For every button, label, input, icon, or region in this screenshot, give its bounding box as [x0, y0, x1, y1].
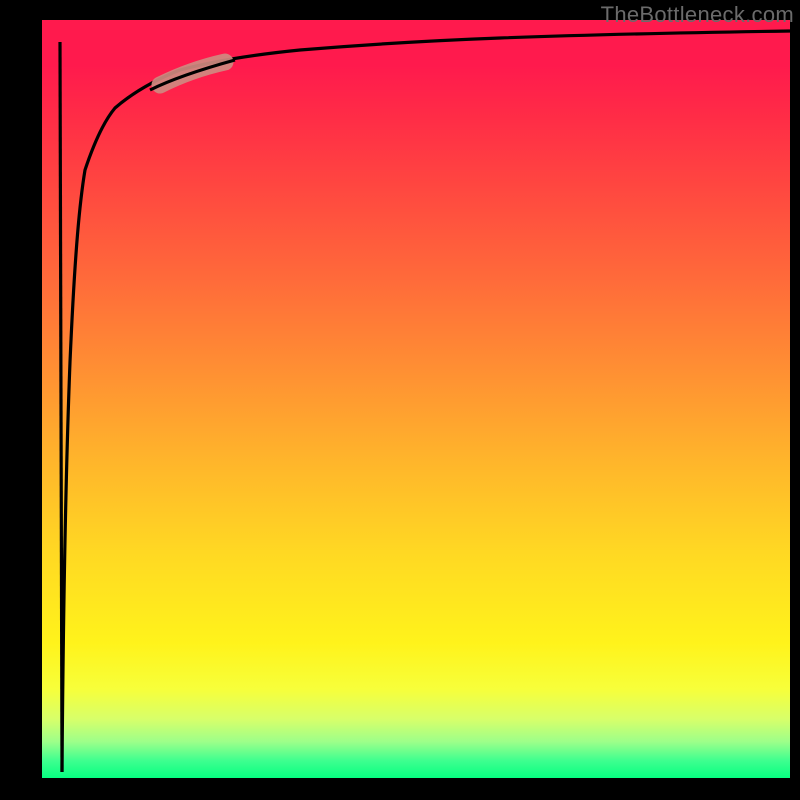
watermark-text: TheBottleneck.com	[601, 2, 794, 28]
plot-gradient-background	[40, 20, 790, 780]
chart-frame: TheBottleneck.com	[0, 0, 800, 800]
